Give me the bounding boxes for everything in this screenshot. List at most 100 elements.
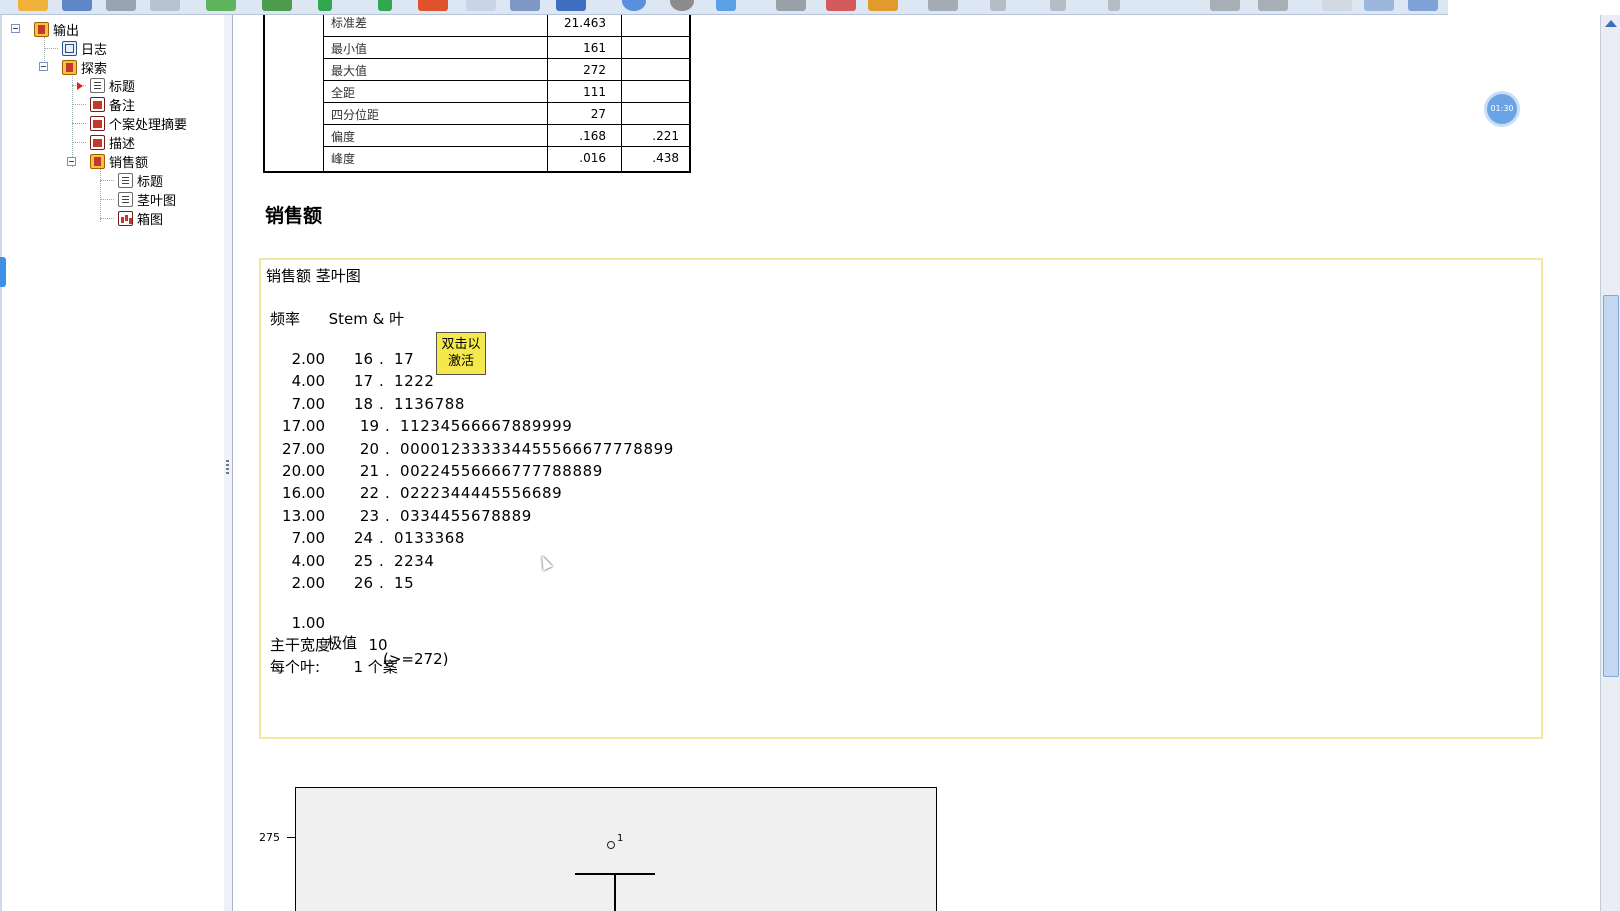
toolbar-open-button[interactable] <box>18 0 48 11</box>
toolbar-data-button[interactable] <box>510 0 540 11</box>
tree-connector <box>72 104 86 105</box>
tree-item-boxplot[interactable]: 箱图 <box>118 209 163 228</box>
pane-splitter[interactable] <box>224 15 233 911</box>
toolbar-export-button[interactable] <box>206 0 236 11</box>
row-leaves: 00224556666777788889 <box>400 462 603 480</box>
scroll-thumb[interactable] <box>1603 295 1619 677</box>
tree-connector <box>100 199 114 200</box>
row-leaves: 0222344445556689 <box>400 484 563 503</box>
tree-item-notes[interactable]: 备注 <box>90 95 135 114</box>
table-row: 四分位距 27 <box>323 103 689 125</box>
stem-width-value: 10 <box>368 636 388 654</box>
row-frequency: 13.00 <box>282 506 325 525</box>
toolbar-back-button[interactable] <box>990 0 1006 11</box>
tree-item-log[interactable]: 日志 <box>62 39 107 58</box>
toolbar-print-button[interactable] <box>106 0 136 11</box>
toolbar-pivot-button[interactable] <box>556 0 586 11</box>
row-separator: . <box>379 529 384 548</box>
toolbar-chart-button[interactable] <box>776 0 806 11</box>
toolbar-save-button[interactable] <box>62 0 92 11</box>
tree-connector <box>44 48 58 49</box>
pane-edge <box>0 15 2 911</box>
header-frequency: 频率 <box>270 310 301 328</box>
timer-bubble[interactable]: 01:30 <box>1487 94 1517 124</box>
toolbar-circle-button[interactable] <box>622 0 646 11</box>
toolbar-expand-button[interactable] <box>1258 0 1288 11</box>
summary-table-icon <box>90 115 105 131</box>
book-icon <box>62 59 77 75</box>
row-separator: . <box>385 506 390 525</box>
stemleaf-title: 销售额 茎叶图 <box>266 267 361 285</box>
toolbar-grey-button[interactable] <box>928 0 958 11</box>
chart-icon <box>118 210 133 226</box>
collapse-output-toggle[interactable] <box>11 24 20 33</box>
row-leaves: 0133368 <box>394 529 466 548</box>
stemleaf-plot[interactable]: 销售额 茎叶图 频率 Stem & 叶 双击以 激活 2.00 16. 17 4.00… <box>259 258 1543 739</box>
boxplot-chart[interactable] <box>295 787 937 911</box>
row-frequency: 20.00 <box>282 462 325 480</box>
vertical-scrollbar[interactable] <box>1600 15 1620 911</box>
toolbar-variables-button[interactable] <box>466 0 496 11</box>
extreme-frequency: 1.00 <box>291 614 325 632</box>
tree-connector <box>100 180 114 181</box>
descriptives-table-icon <box>90 134 105 150</box>
stat-label: 标准差 <box>331 16 368 30</box>
row-leaves: 1136788 <box>394 394 466 413</box>
row-separator: . <box>385 484 390 503</box>
tree-item-explore[interactable]: 探索 <box>62 58 108 77</box>
row-separator: . <box>379 350 384 368</box>
toolbar-help-button[interactable] <box>716 0 736 11</box>
pane-tab-indicator[interactable] <box>0 257 6 287</box>
tree-item-sales[interactable]: 销售额 <box>90 152 148 171</box>
toolbar-script-button[interactable] <box>868 0 898 11</box>
row-frequency: 4.00 <box>291 372 325 391</box>
row-separator: . <box>379 394 384 413</box>
stat-value: 27 <box>590 107 606 121</box>
collapse-explore-toggle[interactable] <box>39 62 48 71</box>
stat-label: 最小值 <box>331 42 368 56</box>
toolbar-collapse-button[interactable] <box>1210 0 1240 11</box>
title-page-icon <box>118 172 133 188</box>
stat-value: 272 <box>583 63 606 77</box>
row-frequency: 16.00 <box>282 484 325 503</box>
collapse-sales-toggle[interactable] <box>67 157 76 166</box>
toolbar-goto-case-button[interactable] <box>378 0 392 11</box>
toolbar-import-button[interactable] <box>262 0 292 11</box>
tree-item-output[interactable]: 输出 <box>34 20 79 39</box>
toolbar-up-button[interactable] <box>1108 0 1120 11</box>
stemleaf-extreme-row: 1.00 极值 (>=272) <box>261 596 449 668</box>
row-stem: 19 <box>359 417 379 436</box>
output-content: 标准差 21.463 最小值 161 最大值 272 全距 111 四分位距 2… <box>233 15 1600 911</box>
toolbar-show-button[interactable] <box>1322 0 1352 11</box>
stat-value: 111 <box>583 85 606 99</box>
log-icon <box>62 40 77 56</box>
stat-value: .168 <box>579 129 606 143</box>
activate-badge[interactable]: 双击以 激活 <box>436 332 486 375</box>
toolbar-stop-button[interactable] <box>670 0 694 11</box>
toolbar-doc-button[interactable] <box>826 0 856 11</box>
table-row: 标准差 21.463 <box>323 15 689 37</box>
tree-item-title[interactable]: 标题 <box>90 76 135 95</box>
scroll-up-arrow-icon[interactable] <box>1605 20 1617 27</box>
toolbar-designate-button[interactable] <box>1408 0 1438 11</box>
toolbar-forward-button[interactable] <box>1050 0 1066 11</box>
toolbar-goto-button[interactable] <box>318 0 332 11</box>
toolbar-find-button[interactable] <box>418 0 448 11</box>
y-tick-mark <box>287 837 295 838</box>
title-page-icon <box>90 77 105 93</box>
tree-item-label: 个案处理摘要 <box>109 117 188 133</box>
tree-connector <box>100 167 101 222</box>
outline-pane: 输出 日志 探索 标题 备注 个案处理摘要 描述 销售额 标题 茎叶图 箱图 <box>0 15 225 911</box>
stat-value: .016 <box>579 151 606 165</box>
text-page-icon <box>118 191 133 207</box>
current-item-arrow-icon <box>77 82 83 90</box>
tree-item-label: 探索 <box>81 61 108 77</box>
toolbar-preview-button[interactable] <box>150 0 180 11</box>
toolbar-hide-button[interactable] <box>1364 0 1394 11</box>
row-leaves: 0334455678889 <box>400 506 532 525</box>
tree-item-sales-title[interactable]: 标题 <box>118 171 163 190</box>
tree-item-stemleaf[interactable]: 茎叶图 <box>118 190 176 209</box>
tree-item-case-summary[interactable]: 个案处理摘要 <box>90 114 188 133</box>
tree-item-descriptives[interactable]: 描述 <box>90 133 135 152</box>
table-row: 最小值 161 <box>323 37 689 59</box>
